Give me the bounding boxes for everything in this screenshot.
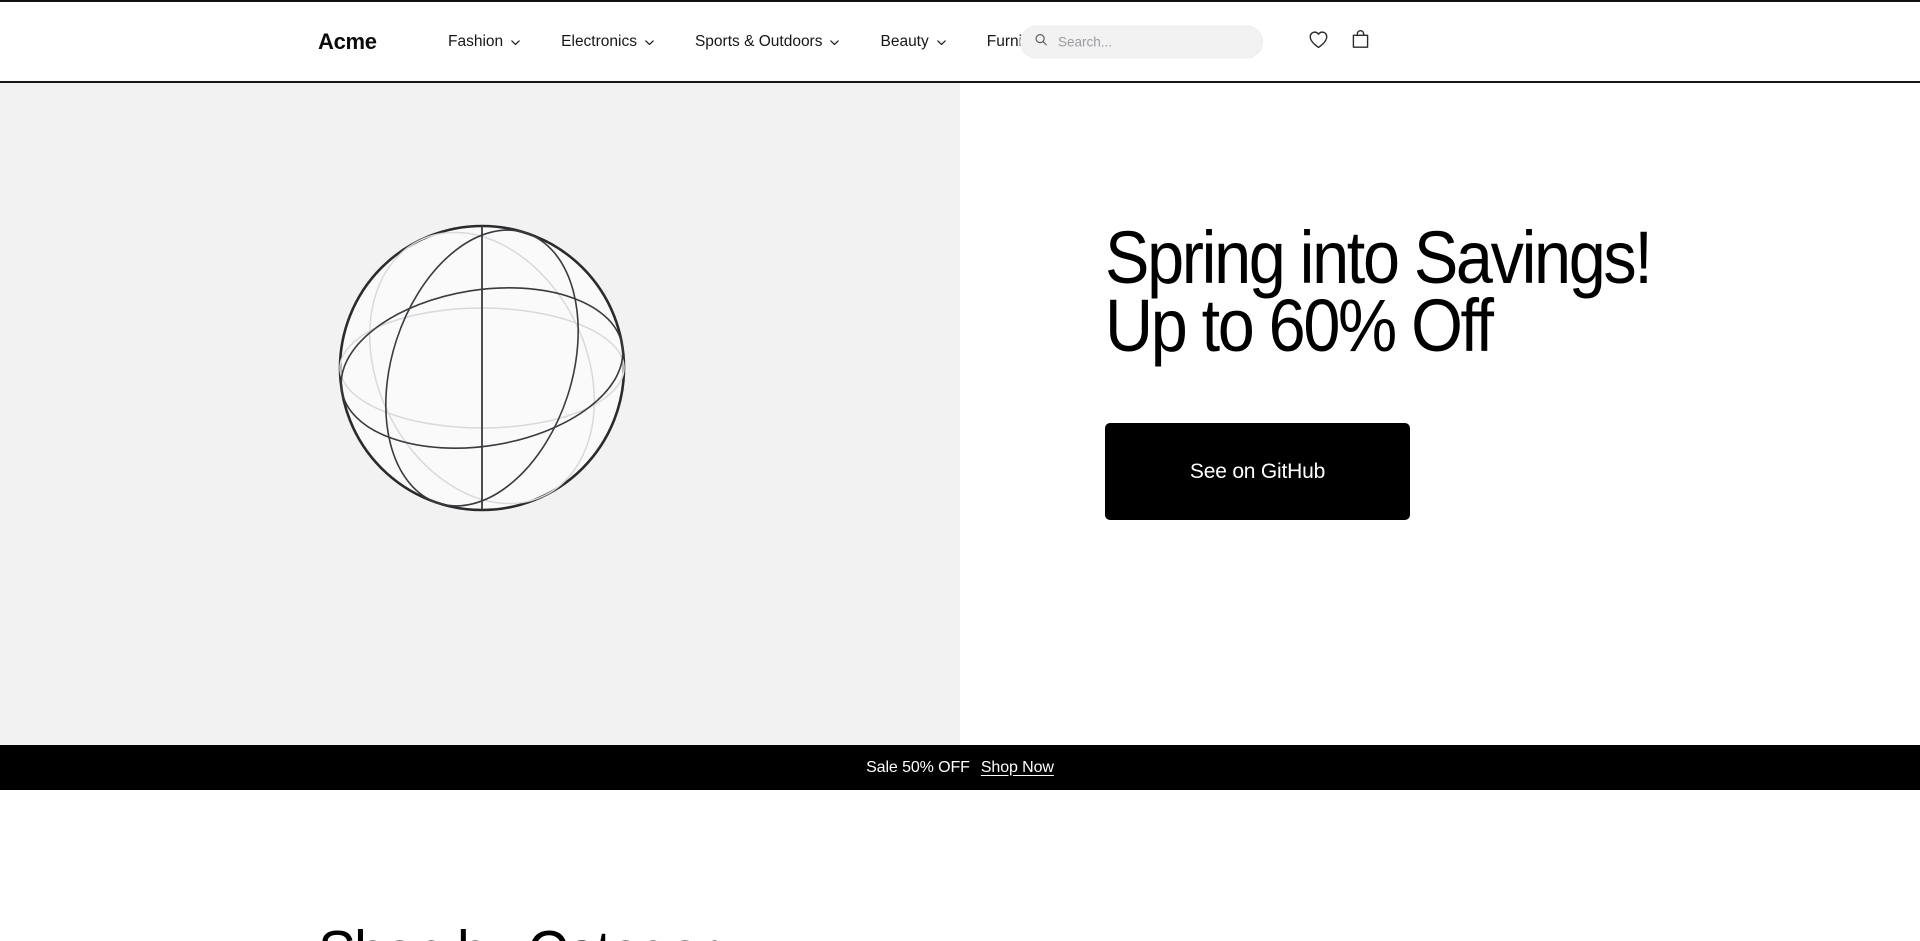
main-nav: Fashion Electronics Sports & Outdoors Be… xyxy=(448,33,1067,51)
hero-headline: Spring into Savings! Up to 60% Off xyxy=(1105,216,1653,368)
nav-item-fashion[interactable]: Fashion xyxy=(448,33,521,51)
heart-icon xyxy=(1307,30,1330,55)
brand-logo[interactable]: Acme xyxy=(318,29,377,55)
chevron-down-icon xyxy=(936,37,947,48)
hero-copy: Spring into Savings! Up to 60% Off See o… xyxy=(1105,216,1805,521)
sale-banner-text: Sale 50% OFF xyxy=(866,758,970,776)
nav-item-label: Electronics xyxy=(561,32,637,50)
nav-item-label: Beauty xyxy=(880,32,929,50)
cart-button[interactable] xyxy=(1349,28,1372,56)
chevron-down-icon xyxy=(644,37,655,48)
see-on-github-button[interactable]: See on GitHub xyxy=(1105,423,1410,521)
nav-item-beauty[interactable]: Beauty xyxy=(880,33,946,51)
hero-section: Spring into Savings! Up to 60% Off See o… xyxy=(0,83,1920,745)
hero-media-panel xyxy=(0,83,960,745)
nav-item-label: Sports & Outdoors xyxy=(694,32,823,50)
shopping-bag-icon xyxy=(1349,29,1372,55)
chevron-down-icon xyxy=(510,37,521,48)
sale-banner: Sale 50% OFF Shop Now xyxy=(0,745,1920,790)
hero-content-panel: Spring into Savings! Up to 60% Off See o… xyxy=(960,83,1920,745)
search-input[interactable] xyxy=(1058,34,1248,49)
chevron-down-icon xyxy=(829,37,840,48)
search-box[interactable] xyxy=(1020,25,1263,58)
wishlist-button[interactable] xyxy=(1307,28,1330,56)
nav-item-sports-outdoors[interactable]: Sports & Outdoors xyxy=(695,33,841,51)
section-title: Shop by Category xyxy=(318,918,744,941)
wireframe-globe-illustration xyxy=(338,224,626,512)
nav-item-label: Fashion xyxy=(448,32,504,50)
shop-by-category-section: Shop by Category xyxy=(0,790,1920,941)
site-header: Acme Fashion Electronics Sports & Outdoo… xyxy=(0,2,1920,83)
page-root: Acme Fashion Electronics Sports & Outdoo… xyxy=(0,0,1920,941)
shop-now-link[interactable]: Shop Now xyxy=(981,759,1054,777)
search-icon xyxy=(1034,32,1048,51)
nav-item-electronics[interactable]: Electronics xyxy=(561,33,655,51)
